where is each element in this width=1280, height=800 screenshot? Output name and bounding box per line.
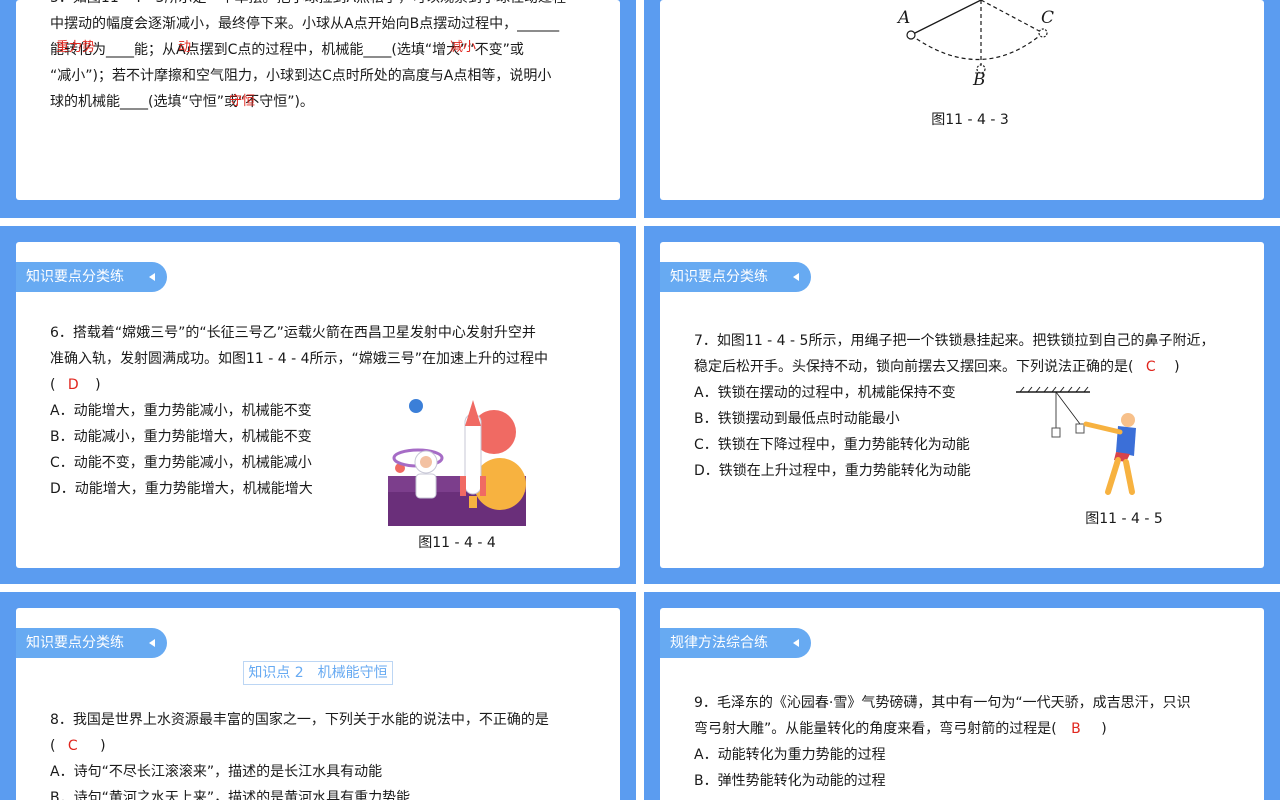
paren-close: ): [95, 377, 101, 393]
section-tag: 知识要点分类练: [16, 628, 167, 658]
pendulum-string-c: [980, 0, 1044, 34]
slide-card: 知识要点分类练 6．搭载着“嫦娥三号”的“长征三号乙”运载火箭在西昌卫星发射中心…: [16, 242, 620, 568]
rocket-astronaut-illustration: [388, 399, 526, 526]
answer-paren: ( D ): [50, 372, 101, 398]
slide-question-9: 规律方法综合练 9．毛泽东的《沁园春·雪》气势磅礴，其中有一句为“一代天骄，成吉…: [644, 592, 1280, 800]
answer-letter: B: [1071, 721, 1081, 737]
section-tag: 知识要点分类练: [16, 262, 167, 292]
option-b: B．铁锁摆动到最低点时动能最小: [694, 411, 900, 427]
slide-question-6: 知识要点分类练 6．搭载着“嫦娥三号”的“长征三号乙”运载火箭在西昌卫星发射中心…: [0, 226, 636, 584]
section-tag-label: 知识要点分类练: [670, 269, 768, 285]
option-d: D．动能增大，重力势能增大，机械能增大: [50, 481, 313, 497]
figure-caption: 图11 - 4 - 4: [418, 535, 496, 551]
answer-blank-3: 减小: [450, 40, 477, 55]
option-a: A．诗句“不尽长江滚滚来”，描述的是长江水具有动能: [50, 764, 383, 780]
question-7-line-1: 7．如图11 - 4 - 5所示，用绳子把一个铁锁悬挂起来。把铁锁拉到自己的鼻子…: [694, 333, 1215, 349]
paren-close: ): [1101, 721, 1107, 737]
option-b: B．动能减小，重力势能增大，机械能不变: [50, 429, 312, 445]
answer-blank-2: 动: [178, 40, 192, 55]
slide-pendulum-figure: A B C 图11 - 4 - 3: [644, 0, 1280, 218]
question-8-line-1: 8．我国是世界上水资源最丰富的国家之一，下列关于水能的说法中，不正确的是: [50, 712, 549, 728]
option-b: B．弹性势能转化为动能的过程: [694, 773, 886, 789]
question-5-line-2: 中摆动的幅度会逐渐减小，最终停下来。小球从A点开始向B点摆动过程中，______: [50, 16, 560, 32]
label-c: C: [1041, 8, 1055, 28]
answer-letter: C: [1145, 359, 1156, 375]
triangle-left-icon: [149, 639, 155, 647]
option-b: B．诗句“黄河之水天上来”，描述的是黄河水具有重力势能: [50, 790, 411, 800]
triangle-left-icon: [793, 273, 799, 281]
question-9-line-2: 弯弓射大雕”。从能量转化的角度来看，弯弓射箭的过程是( B ): [694, 716, 1107, 742]
answer-letter: C: [67, 738, 78, 754]
question-9-line-1: 9．毛泽东的《沁园春·雪》气势磅礴，其中有一句为“一代天骄，成吉思汗，只识: [694, 695, 1191, 711]
paren-close: ): [1174, 359, 1180, 375]
answer-blank-4: 守恒: [229, 94, 256, 109]
answer-paren: ( C ): [50, 733, 106, 759]
option-c: C．铁锁在下降过程中，重力势能转化为动能: [694, 437, 970, 453]
question-9-line-2-text: 弯弓射大雕”。从能量转化的角度来看，弯弓射箭的过程是(: [694, 721, 1057, 737]
iron-lock-pendulum-illustration: [1016, 386, 1136, 495]
triangle-left-icon: [793, 639, 799, 647]
pendulum-arc: [910, 32, 1044, 61]
triangle-left-icon: [149, 273, 155, 281]
slide-card: 知识要点分类练 8．我国是世界上水资源最丰富的国家之一，下列关于水能的说法中，不…: [16, 608, 620, 800]
option-d: D．铁锁在上升过程中，重力势能转化为动能: [694, 463, 971, 479]
slide-question-7: 知识要点分类练 7．如图11 - 4 - 5所示，用绳子把一个铁锁悬挂起来。把铁…: [644, 226, 1280, 584]
slide-question-5-text: 5．如图11 - 4 - 3所示是一个单摆。把小球拉到A点松手，可以观察到小球往…: [0, 0, 636, 218]
option-a: A．动能转化为重力势能的过程: [694, 747, 886, 763]
question-5-line-5: 球的机械能____(选填“守恒”或“不守恒”)。: [50, 94, 314, 110]
label-a: A: [898, 8, 911, 28]
option-c: C．动能不变，重力势能减小，机械能减小: [50, 455, 312, 471]
option-a: A．铁锁在摆动的过程中，机械能保持不变: [694, 385, 956, 401]
slide-card: 规律方法综合练 9．毛泽东的《沁园春·雪》气势磅礴，其中有一句为“一代天骄，成吉…: [660, 608, 1264, 800]
paren-close: ): [100, 738, 106, 754]
question-7-line-2-text: 稳定后松开手。头保持不动，锁向前摆去又摆回来。下列说法正确的是(: [694, 359, 1134, 375]
option-a: A．动能增大，重力势能减小，机械能不变: [50, 403, 312, 419]
slide-card: 5．如图11 - 4 - 3所示是一个单摆。把小球拉到A点松手，可以观察到小球往…: [16, 0, 620, 200]
question-5-line-1: 5．如图11 - 4 - 3所示是一个单摆。把小球拉到A点松手，可以观察到小球往…: [50, 0, 566, 11]
question-6-line-2: 准确入轨，发射圆满成功。如图11 - 4 - 4所示，“嫦娥三号”在加速上升的过…: [50, 351, 549, 367]
answer-letter: D: [67, 377, 79, 393]
slide-card: A B C 图11 - 4 - 3: [660, 0, 1264, 200]
pendulum-string-a: [910, 0, 982, 36]
figure-caption: 图11 - 4 - 5: [1085, 511, 1163, 527]
answer-blank-1: 重力势: [56, 40, 96, 55]
slide-card: 知识要点分类练 7．如图11 - 4 - 5所示，用绳子把一个铁锁悬挂起来。把铁…: [660, 242, 1264, 568]
question-6-line-1: 6．搭载着“嫦娥三号”的“长征三号乙”运载火箭在西昌卫星发射中心发射升空并: [50, 325, 536, 341]
ball-c: [1038, 28, 1048, 38]
paren-open: (: [50, 377, 56, 393]
slide-question-8: 知识要点分类练 8．我国是世界上水资源最丰富的国家之一，下列关于水能的说法中，不…: [0, 592, 636, 800]
question-7-line-2: 稳定后松开手。头保持不动，锁向前摆去又摆回来。下列说法正确的是( C ): [694, 354, 1180, 380]
label-b: B: [973, 70, 986, 90]
question-5-line-4: “减小”)；若不计摩擦和空气阻力，小球到达C点时所处的高度与A点相等，说明小: [50, 68, 552, 84]
ball-a: [906, 30, 916, 40]
section-tag-label: 知识要点分类练: [26, 635, 124, 651]
section-tag-label: 规律方法综合练: [670, 635, 768, 651]
paren-open: (: [50, 738, 56, 754]
figure-caption: 图11 - 4 - 3: [931, 112, 1009, 128]
section-tag: 规律方法综合练: [660, 628, 811, 658]
knowledge-point-label: 知识点 2 机械能守恒: [243, 661, 393, 685]
section-tag-label: 知识要点分类练: [26, 269, 124, 285]
section-tag: 知识要点分类练: [660, 262, 811, 292]
